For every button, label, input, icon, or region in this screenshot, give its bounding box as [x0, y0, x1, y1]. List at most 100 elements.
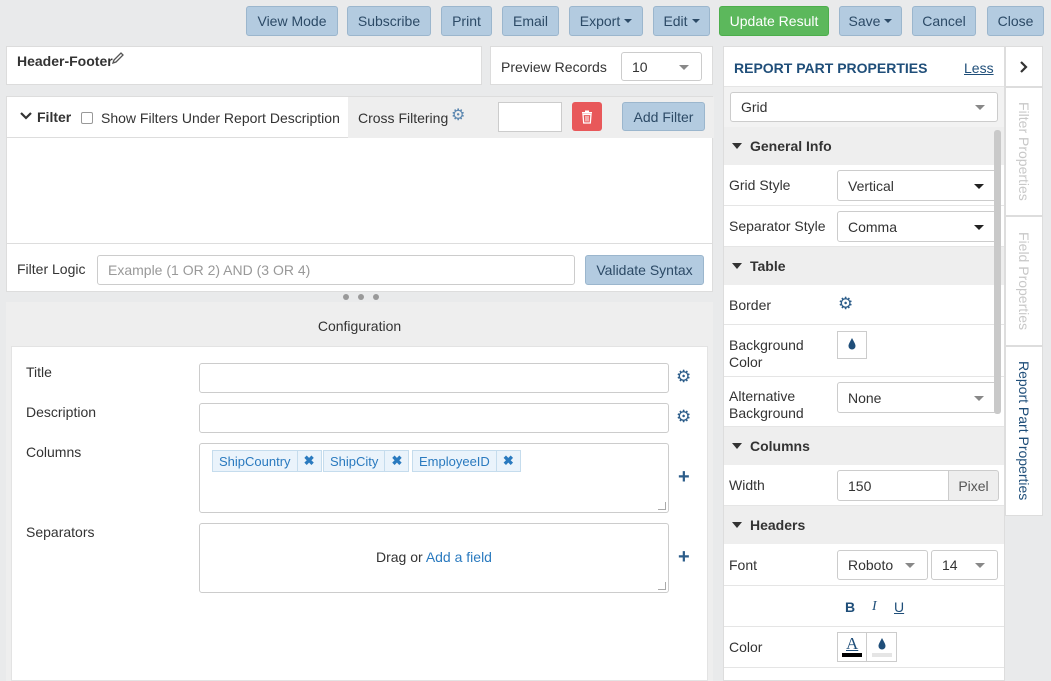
gear-icon[interactable]: ⚙ [838, 295, 853, 312]
part-type-row: Grid [724, 87, 1004, 127]
highlight-color-swatch [872, 653, 892, 657]
color-label: Color [729, 639, 763, 655]
column-chip[interactable]: ShipCountry ✖ [212, 450, 322, 472]
chevron-down-icon [975, 105, 985, 110]
part-type-select[interactable]: Grid [730, 92, 998, 122]
headers-section[interactable]: Headers [724, 506, 1004, 544]
cross-filtering-area: Cross Filtering ⚙ Add Filter [348, 97, 714, 138]
delete-filter-button[interactable] [572, 102, 602, 131]
filter-title[interactable]: Filter [37, 109, 71, 125]
resize-handle-icon[interactable] [658, 502, 666, 510]
close-icon[interactable]: ✖ [384, 451, 408, 471]
splitter-handle[interactable] [343, 293, 379, 301]
close-icon[interactable]: ✖ [296, 451, 321, 471]
tab-report-part-properties[interactable]: Report Part Properties [1005, 346, 1043, 516]
background-color-picker[interactable] [837, 331, 867, 359]
column-chip[interactable]: EmployeeID ✖ [412, 450, 521, 472]
filter-logic-label: Filter Logic [17, 261, 86, 277]
headers-label: Headers [750, 517, 806, 533]
alternative-background-label-1: Alternative [729, 388, 796, 404]
configuration-header: Configuration [317, 318, 402, 334]
table-section[interactable]: Table [724, 247, 1004, 285]
text-color-swatch [842, 653, 862, 657]
border-row: Border ⚙ [724, 285, 1004, 325]
columns-field-box[interactable]: ShipCountry ✖ ShipCity ✖ EmployeeID ✖ [199, 443, 669, 513]
print-button[interactable]: Print [441, 6, 492, 36]
validate-syntax-button[interactable]: Validate Syntax [585, 255, 704, 285]
width-input[interactable]: 150 [837, 470, 949, 501]
cross-filtering-input[interactable] [498, 102, 562, 132]
font-label: Font [729, 557, 758, 573]
column-chip[interactable]: ShipCity ✖ [323, 450, 410, 472]
italic-toggle[interactable]: I [872, 599, 877, 615]
gear-icon[interactable]: ⚙ [676, 368, 691, 385]
pencil-icon[interactable] [111, 51, 125, 68]
plus-icon[interactable]: + [678, 547, 690, 567]
export-dropdown-button[interactable]: Export [569, 6, 643, 36]
properties-scrollbar[interactable] [994, 130, 1001, 414]
width-label: Width [729, 477, 765, 493]
plus-icon[interactable]: + [678, 467, 690, 487]
resize-handle-icon[interactable] [658, 582, 666, 590]
edit-dropdown-button[interactable]: Edit [653, 6, 710, 36]
font-row: Font Roboto 14 [724, 544, 1004, 586]
save-dropdown-button[interactable]: Save [839, 6, 902, 36]
tab-report-part-properties-label: Report Part Properties [1016, 361, 1032, 501]
font-family-select[interactable]: Roboto [837, 550, 928, 580]
collapse-panel-button[interactable] [1005, 46, 1043, 87]
background-color-label-1: Background [729, 337, 804, 353]
separator-style-select[interactable]: Comma [837, 211, 997, 242]
font-style-row: B I U [724, 586, 1004, 627]
general-info-section[interactable]: General Info [724, 127, 1004, 165]
columns-section[interactable]: Columns [724, 427, 1004, 465]
width-value: 150 [848, 477, 872, 494]
preview-records-panel: Preview Records 10 [490, 46, 713, 85]
bold-toggle[interactable]: B [845, 599, 855, 615]
alternative-background-select[interactable]: None [837, 382, 997, 413]
alternative-background-value: None [848, 389, 882, 406]
email-label: Email [512, 13, 548, 29]
email-button[interactable]: Email [502, 6, 559, 36]
report-name[interactable]: Header-Footer [17, 53, 113, 69]
border-label: Border [729, 297, 772, 313]
column-chip-label: EmployeeID [419, 453, 490, 469]
chevron-down-icon[interactable] [19, 109, 33, 125]
filter-logic-input[interactable]: Example (1 OR 2) AND (3 OR 4) [97, 255, 575, 285]
description-input[interactable] [199, 403, 669, 433]
subscribe-button[interactable]: Subscribe [347, 6, 431, 36]
filter-logic-placeholder: Example (1 OR 2) AND (3 OR 4) [108, 262, 311, 278]
show-filters-checkbox[interactable] [81, 112, 93, 124]
gear-icon[interactable]: ⚙ [676, 408, 691, 425]
close-button[interactable]: Close [987, 6, 1044, 36]
caret-down-icon [732, 522, 742, 528]
add-filter-button[interactable]: Add Filter [622, 102, 705, 131]
underline-toggle[interactable]: U [894, 599, 904, 615]
gear-icon[interactable]: ⚙ [451, 108, 465, 124]
trash-icon [582, 110, 592, 124]
text-color-picker[interactable]: A [838, 633, 867, 661]
view-mode-label: View Mode [257, 13, 327, 29]
edit-label: Edit [663, 13, 688, 29]
tab-field-properties[interactable]: Field Properties [1005, 216, 1043, 346]
tab-filter-properties[interactable]: Filter Properties [1005, 87, 1043, 216]
highlight-color-picker[interactable] [868, 633, 897, 661]
add-field-link[interactable]: Add a field [426, 549, 492, 565]
columns-label: Columns [26, 444, 82, 460]
preview-records-select[interactable]: 10 [621, 52, 702, 81]
separators-field-box[interactable]: Drag or Add a field [199, 523, 669, 593]
columns-section-label: Columns [750, 438, 810, 454]
configuration-body: Title ⚙ Description ⚙ Columns ShipCountr… [11, 346, 708, 681]
chevron-down-icon [974, 395, 984, 401]
grid-style-select[interactable]: Vertical [837, 170, 997, 201]
font-size-select[interactable]: 14 [931, 550, 998, 580]
less-link[interactable]: Less [964, 60, 994, 76]
droplet-icon [878, 638, 886, 650]
drag-text: Drag or [376, 549, 423, 565]
update-result-button[interactable]: Update Result [719, 6, 829, 36]
cancel-button[interactable]: Cancel [912, 6, 976, 36]
description-label: Description [26, 404, 97, 420]
configuration-panel: Configuration Title ⚙ Description ⚙ Colu… [6, 302, 713, 681]
view-mode-button[interactable]: View Mode [246, 6, 338, 36]
title-input[interactable] [199, 363, 669, 393]
close-icon[interactable]: ✖ [495, 451, 520, 471]
